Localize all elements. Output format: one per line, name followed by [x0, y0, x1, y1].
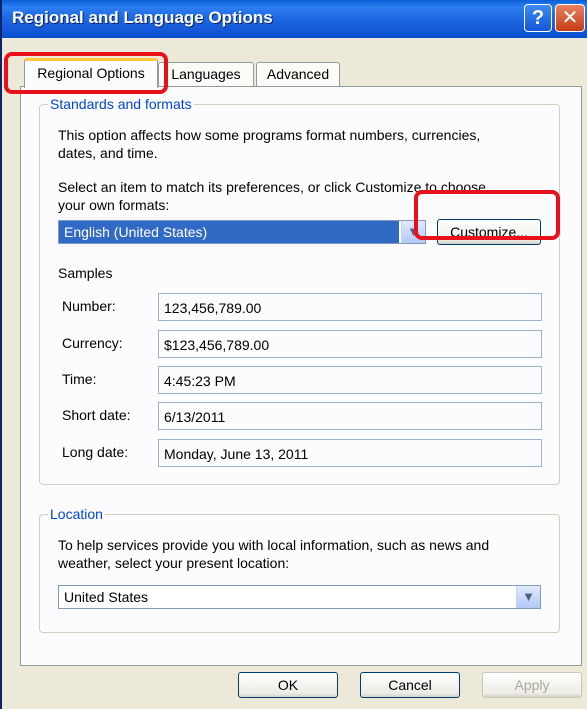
format-select[interactable]: English (United States) ▼: [58, 220, 426, 244]
apply-button[interactable]: Apply: [482, 672, 582, 698]
tab-advanced[interactable]: Advanced: [256, 62, 340, 86]
tab-strip: Regional Options Languages Advanced: [2, 38, 587, 88]
tab-languages[interactable]: Languages: [158, 62, 254, 86]
location-group: Location To help services provide you wi…: [39, 505, 560, 633]
sample-value-time: 4:45:23 PM: [158, 366, 542, 394]
help-button[interactable]: ?: [524, 4, 552, 32]
sample-value-long-date: Monday, June 13, 2011: [158, 439, 542, 467]
sample-label-time: Time:: [62, 371, 97, 387]
standards-description-line1: This option affects how some programs fo…: [58, 127, 481, 143]
title-bar: Regional and Language Options ? ✕: [2, 0, 587, 38]
standards-group-label: Standards and formats: [48, 95, 194, 113]
ok-button[interactable]: OK: [238, 672, 338, 698]
chevron-down-icon[interactable]: ▼: [516, 586, 540, 608]
close-icon: ✕: [561, 7, 579, 29]
sample-label-number: Number:: [62, 298, 116, 314]
close-button[interactable]: ✕: [555, 4, 585, 32]
tab-panel-regional-options: Standards and formats This option affect…: [20, 86, 582, 666]
standards-description-line2: dates, and time.: [58, 145, 158, 161]
sample-value-short-date: 6/13/2011: [158, 402, 542, 430]
sample-label-long-date: Long date:: [62, 444, 129, 460]
sample-label-short-date: Short date:: [62, 407, 131, 423]
cancel-button[interactable]: Cancel: [360, 672, 460, 698]
samples-heading: Samples: [58, 265, 113, 281]
standards-and-formats-group: Standards and formats This option affect…: [39, 95, 560, 485]
sample-value-currency: $123,456,789.00: [158, 330, 542, 358]
location-select[interactable]: United States ▼: [58, 585, 541, 609]
highlight-customize-button: [414, 190, 560, 240]
location-group-label: Location: [48, 505, 105, 523]
sample-value-number: 123,456,789.00: [158, 293, 542, 321]
sample-label-currency: Currency:: [62, 335, 123, 351]
tab-label: Languages: [171, 66, 241, 82]
tab-label: Regional Options: [37, 65, 145, 81]
location-select-value: United States: [64, 589, 149, 605]
dialog-window: Regional and Language Options ? ✕ Region…: [0, 0, 587, 709]
location-description-line2: weather, select your present location:: [58, 555, 290, 571]
tab-regional-options[interactable]: Regional Options: [24, 58, 158, 88]
window-title: Regional and Language Options: [12, 8, 273, 27]
location-description-line1: To help services provide you with local …: [58, 537, 490, 553]
tab-label: Advanced: [266, 66, 330, 82]
standards-instruction-line2: your own formats:: [58, 197, 170, 213]
question-icon: ?: [531, 7, 545, 29]
format-select-value: English (United States): [59, 221, 399, 243]
